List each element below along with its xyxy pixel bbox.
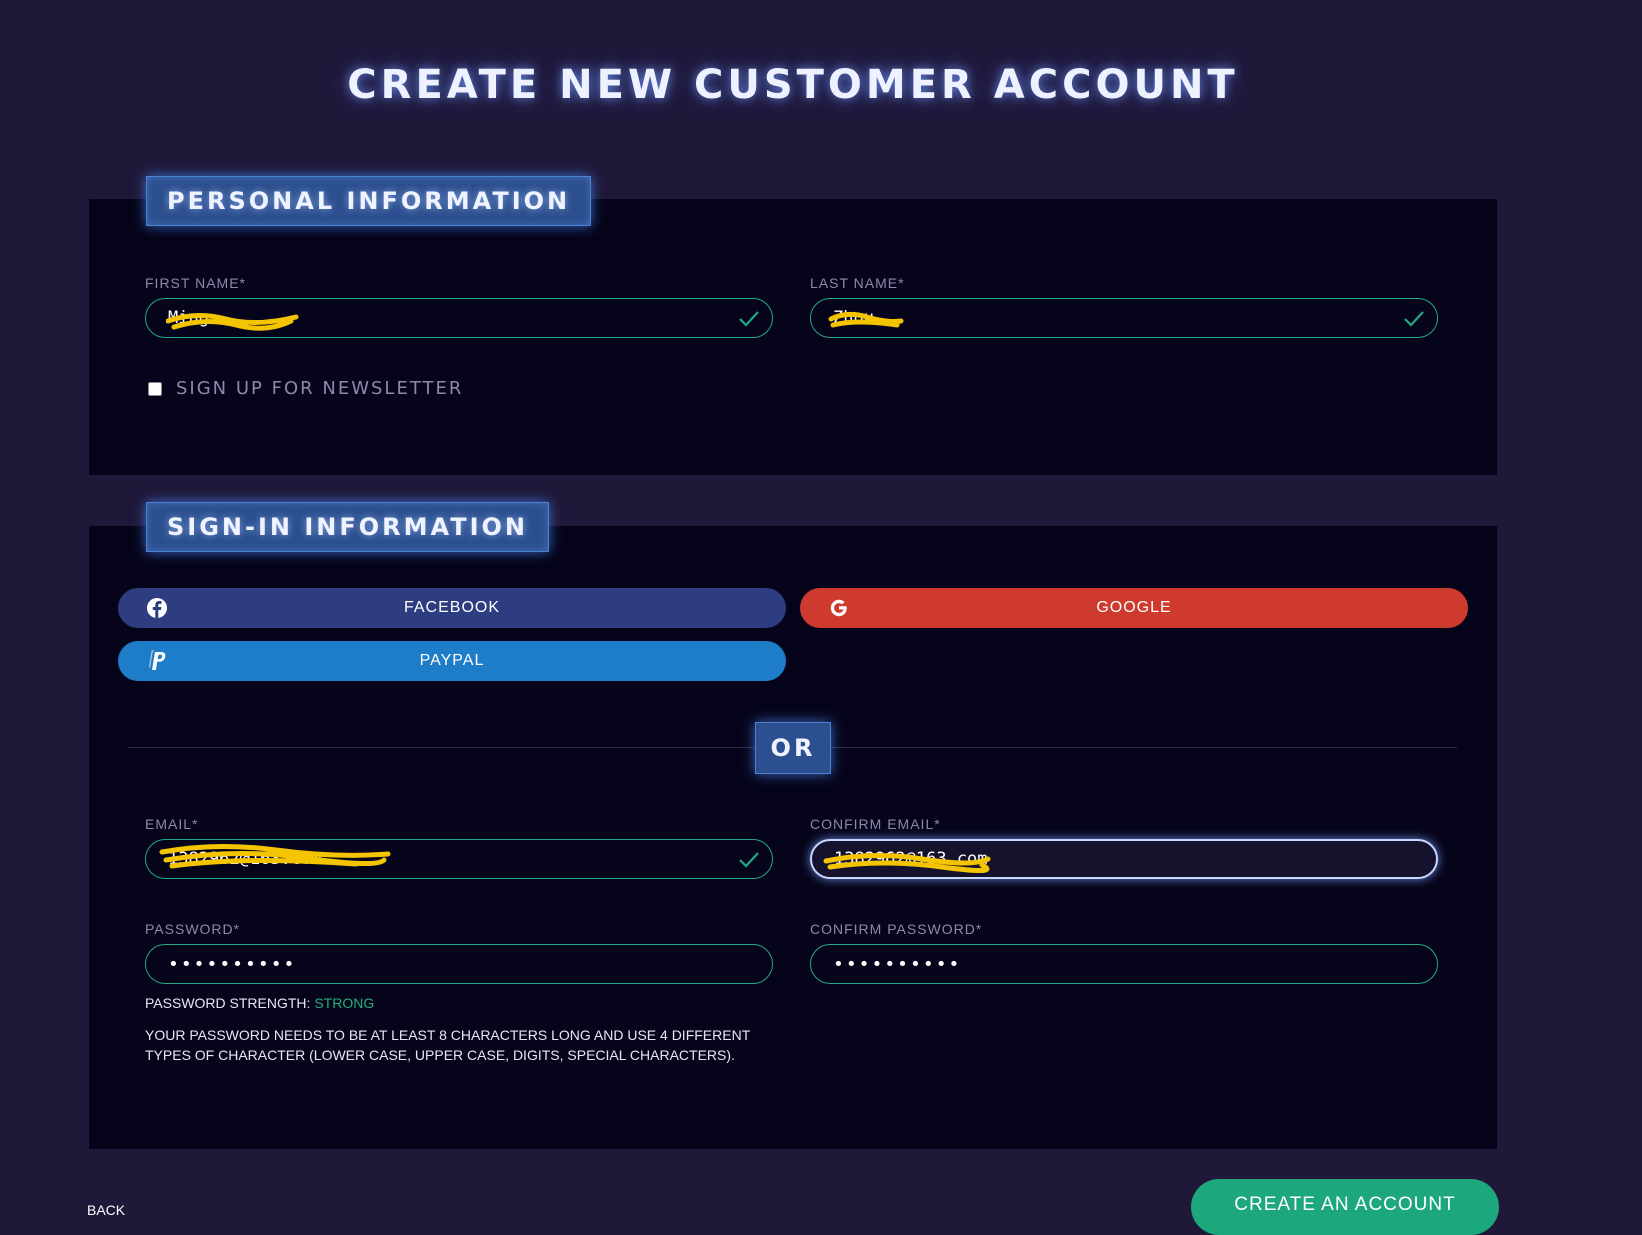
email-input[interactable] bbox=[168, 840, 728, 878]
email-label: EMAIL* bbox=[145, 816, 199, 832]
valid-check-icon bbox=[739, 311, 759, 327]
facebook-button[interactable]: FACEBOOK bbox=[118, 588, 786, 628]
last-name-label: LAST NAME* bbox=[810, 275, 905, 291]
confirm-email-label: CONFIRM EMAIL* bbox=[810, 816, 941, 832]
google-icon bbox=[830, 599, 847, 617]
confirm-password-field[interactable] bbox=[810, 944, 1438, 984]
paypal-label: PAYPAL bbox=[419, 652, 485, 669]
or-divider: OR bbox=[755, 722, 831, 774]
first-name-label: FIRST NAME* bbox=[145, 275, 246, 291]
first-name-input[interactable] bbox=[168, 299, 728, 337]
create-account-button[interactable]: CREATE AN ACCOUNT bbox=[1191, 1179, 1499, 1235]
password-hint: YOUR PASSWORD NEEDS TO BE AT LEAST 8 CHA… bbox=[145, 1027, 750, 1063]
email-field[interactable] bbox=[145, 839, 773, 879]
password-label: PASSWORD* bbox=[145, 921, 241, 937]
newsletter-option[interactable]: SIGN UP FOR NEWSLETTER bbox=[148, 378, 463, 399]
page-title: CREATE NEW CUSTOMER ACCOUNT bbox=[347, 62, 1239, 108]
paypal-icon bbox=[148, 650, 166, 670]
password-strength-value: STRONG bbox=[314, 995, 375, 1011]
password-strength-label: PASSWORD STRENGTH: bbox=[145, 995, 315, 1011]
last-name-input[interactable] bbox=[833, 299, 1393, 337]
newsletter-label: SIGN UP FOR NEWSLETTER bbox=[176, 378, 464, 399]
valid-check-icon bbox=[1404, 311, 1424, 327]
confirm-password-input[interactable] bbox=[833, 945, 1393, 983]
first-name-field[interactable] bbox=[145, 298, 773, 338]
facebook-icon bbox=[147, 598, 167, 618]
password-strength: PASSWORD STRENGTH: STRONG bbox=[145, 995, 374, 1011]
personal-info-heading: PERSONAL INFORMATION bbox=[146, 176, 592, 226]
password-field[interactable] bbox=[145, 944, 773, 984]
confirm-email-field[interactable] bbox=[810, 839, 1438, 879]
password-input[interactable] bbox=[168, 945, 728, 983]
confirm-password-label: CONFIRM PASSWORD* bbox=[810, 921, 983, 937]
last-name-field[interactable] bbox=[810, 298, 1438, 338]
google-label: GOOGLE bbox=[1096, 599, 1172, 616]
confirm-email-input[interactable] bbox=[834, 841, 1394, 877]
facebook-label: FACEBOOK bbox=[403, 599, 501, 616]
valid-check-icon bbox=[739, 852, 759, 868]
newsletter-checkbox[interactable] bbox=[148, 381, 162, 396]
back-link[interactable]: BACK bbox=[87, 1202, 125, 1218]
paypal-button[interactable]: PAYPAL bbox=[118, 641, 786, 681]
signin-info-heading: SIGN-IN INFORMATION bbox=[146, 502, 550, 552]
google-button[interactable]: GOOGLE bbox=[800, 588, 1468, 628]
